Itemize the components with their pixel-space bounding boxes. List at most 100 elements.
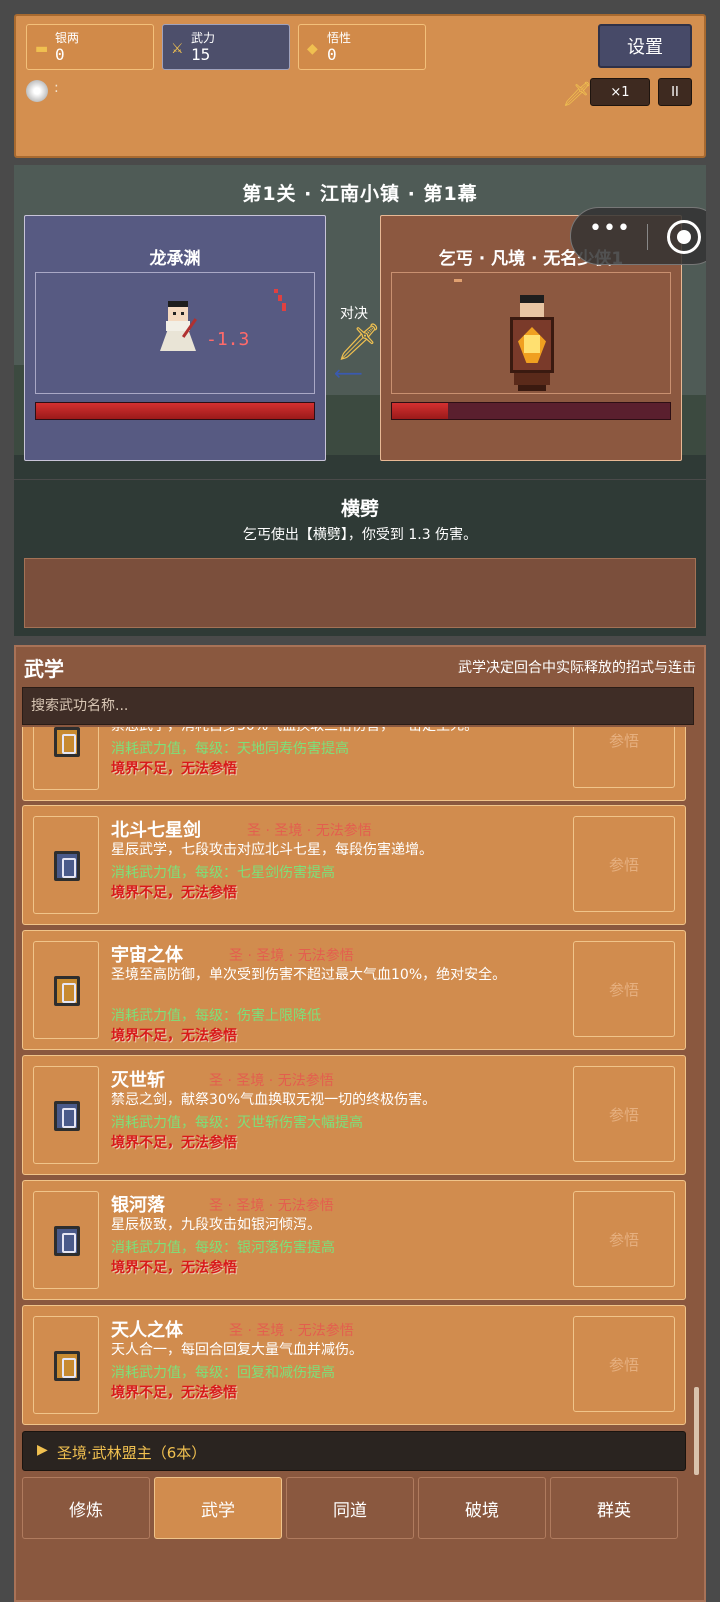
skill-warning: 境界不足，无法参悟 <box>111 1385 237 1401</box>
skill-icon-frame <box>33 1316 99 1414</box>
scroll-icon <box>54 727 80 757</box>
ingot-icon: ▬ <box>35 41 49 57</box>
learn-button[interactable]: 参悟 <box>573 727 675 788</box>
skill-card: 北斗七星剑 圣 · 圣境 · 无法参悟 星辰武学，七段攻击对应北斗七星，每段伤害… <box>22 805 686 925</box>
skill-name: 天人之体 <box>111 1320 183 1341</box>
bottom-nav: 修炼 武学 同道 破境 群英 <box>22 1477 694 1545</box>
skill-warning: 境界不足，无法参悟 <box>111 761 237 777</box>
learn-button[interactable]: 参悟 <box>573 941 675 1037</box>
martial-arts-panel: 武学 武学决定回合中实际释放的招式与连击 禁忌武学，消耗自身30%气血换取三倍伤… <box>14 645 706 1602</box>
battle-scene: 第1关 · 江南小镇 · 第1幕 龙承渊 -1.3 对决 🗡 ⟵ 乞丐 · 凡境… <box>14 165 706 479</box>
skill-cost: 消耗武力值，每级：银河落伤害提高 <box>111 1240 335 1256</box>
skill-icon-frame <box>33 1191 99 1289</box>
skill-icon-frame <box>33 727 99 790</box>
skill-cost: 消耗武力值，每级：回复和减伤提高 <box>111 1365 335 1381</box>
learn-button[interactable]: 参悟 <box>573 816 675 912</box>
nav-tab-heroes[interactable]: 群英 <box>550 1477 678 1539</box>
more-menu-icon[interactable]: ••• <box>589 216 631 241</box>
enemy-sprite <box>504 295 560 395</box>
player-name: 龙承渊 <box>149 249 201 269</box>
skill-warning: 境界不足，无法参悟 <box>111 1028 237 1044</box>
orb-value: : <box>54 80 59 96</box>
list-scrollbar[interactable] <box>694 1387 699 1475</box>
capsule-divider <box>647 224 648 250</box>
battle-log: 横劈 乞丐使出【横劈】，你受到 1.3 伤害。 <box>14 480 706 636</box>
skill-cost: 消耗武力值，每级：灭世斩伤害大幅提高 <box>111 1115 363 1131</box>
skill-cost: 消耗武力值，每级：七星剑伤害提高 <box>111 865 335 881</box>
enemy-sprite-frame <box>391 272 671 394</box>
enemy-hp-fill <box>392 403 448 419</box>
skill-icon-frame <box>33 1066 99 1164</box>
player-sprite-frame: -1.3 <box>35 272 315 394</box>
scroll-icon <box>54 851 80 881</box>
player-hp-bar <box>35 402 315 420</box>
resource-label: 悟性 <box>327 31 352 45</box>
nav-tab-companions[interactable]: 同道 <box>286 1477 414 1539</box>
nav-tab-breakthrough[interactable]: 破境 <box>418 1477 546 1539</box>
duel-sword-icon: 🗡 <box>336 322 382 363</box>
player-hp-fill <box>36 403 314 419</box>
panel-subtitle: 武学决定回合中实际释放的招式与连击 <box>458 660 696 676</box>
close-target-icon[interactable] <box>667 220 701 254</box>
learn-button[interactable]: 参悟 <box>573 1316 675 1412</box>
skill-description: 星辰武学，七段攻击对应北斗七星，每段伤害递增。 <box>111 842 433 858</box>
realm-section-header[interactable]: ▶ 圣境·武林盟主（6本） <box>22 1431 686 1471</box>
skill-cost: 消耗武力值，每级：天地同寿伤害提高 <box>111 741 349 757</box>
realm-tag: 圣 · 圣境 · 无法参悟 <box>229 1323 354 1339</box>
scroll-icon <box>54 976 80 1006</box>
expand-triangle-icon: ▶ <box>37 1442 48 1458</box>
speed-button[interactable]: ×1 <box>590 78 650 106</box>
resource-value: 0 <box>55 45 65 64</box>
skill-cost: 消耗武力值，每级：伤害上限降低 <box>111 1008 321 1024</box>
sword-icon: ⚔ <box>171 41 184 57</box>
settings-button[interactable]: 设置 <box>598 24 692 68</box>
attack-arrow-icon: ⟵ <box>334 361 363 385</box>
damage-float: -1.3 <box>206 329 250 350</box>
resource-silver: ▬ 银两 0 <box>26 24 154 70</box>
realm-tag: 圣 · 圣境 · 无法参悟 <box>229 948 354 964</box>
scroll-icon <box>54 1351 80 1381</box>
skill-list[interactable]: 禁忌武学，消耗自身30%气血换取三倍伤害，一击定生死。 消耗武力值，每级：天地同… <box>22 727 694 1429</box>
panel-title: 武学 <box>24 657 64 681</box>
log-detail-box <box>24 558 696 628</box>
resource-force[interactable]: ⚔ 武力 15 <box>162 24 290 70</box>
skill-warning: 境界不足，无法参悟 <box>111 1135 237 1151</box>
spirit-orb-icon <box>26 80 48 102</box>
realm-tag: 圣 · 圣境 · 无法参悟 <box>209 1198 334 1214</box>
skill-name: 北斗七星剑 <box>111 820 201 841</box>
skill-description: 禁忌武学，消耗自身30%气血换取三倍伤害，一击定生死。 <box>111 727 551 735</box>
auto-battle-sword-icon: 🗡 <box>562 80 593 108</box>
skill-icon-frame <box>33 816 99 914</box>
resource-bar: ▬ 银两 0 ⚔ 武力 15 ◆ 悟性 0 设置 : 🗡 ×1 II <box>14 14 706 158</box>
realm-tag: 圣 · 圣境 · 无法参悟 <box>209 1073 334 1089</box>
learn-button[interactable]: 参悟 <box>573 1191 675 1287</box>
player-sprite <box>158 301 198 353</box>
duel-label: 对决 <box>340 306 368 322</box>
skill-card: 银河落 圣 · 圣境 · 无法参悟 星辰极致，九段攻击如银河倾泻。 消耗武力值，… <box>22 1180 686 1300</box>
resource-label: 武力 <box>191 31 216 45</box>
skill-card: 禁忌武学，消耗自身30%气血换取三倍伤害，一击定生死。 消耗武力值，每级：天地同… <box>22 727 686 801</box>
learn-button[interactable]: 参悟 <box>573 1066 675 1162</box>
skill-description: 天人合一，每回合回复大量气血并减伤。 <box>111 1342 363 1358</box>
move-name: 横劈 <box>340 498 379 520</box>
nav-tab-martial-arts[interactable]: 武学 <box>154 1477 282 1539</box>
mini-program-capsule: ••• <box>570 207 706 265</box>
skill-name: 宇宙之体 <box>111 945 183 966</box>
skill-warning: 境界不足，无法参悟 <box>111 885 237 901</box>
skill-description: 圣境至高防御，单次受到伤害不超过最大气血10%，绝对安全。 <box>111 967 507 983</box>
resource-value: 15 <box>191 45 211 64</box>
player-panel: 龙承渊 -1.3 <box>24 215 326 461</box>
enemy-hp-bar <box>391 402 671 420</box>
skill-warning: 境界不足，无法参悟 <box>111 1260 237 1276</box>
skill-description: 禁忌之剑，献祭30%气血换取无视一切的终极伤害。 <box>111 1092 437 1108</box>
nav-tab-cultivate[interactable]: 修炼 <box>22 1477 150 1539</box>
stage-title: 第1关 · 江南小镇 · 第1幕 <box>242 183 478 205</box>
resource-insight: ◆ 悟性 0 <box>298 24 426 70</box>
skill-icon-frame <box>33 941 99 1039</box>
realm-tag: 圣 · 圣境 · 无法参悟 <box>247 823 372 839</box>
resource-value: 0 <box>327 45 337 64</box>
skill-card: 宇宙之体 圣 · 圣境 · 无法参悟 圣境至高防御，单次受到伤害不超过最大气血1… <box>22 930 686 1050</box>
diamond-icon: ◆ <box>307 41 318 57</box>
pause-button[interactable]: II <box>658 78 692 106</box>
search-input[interactable] <box>22 687 694 725</box>
